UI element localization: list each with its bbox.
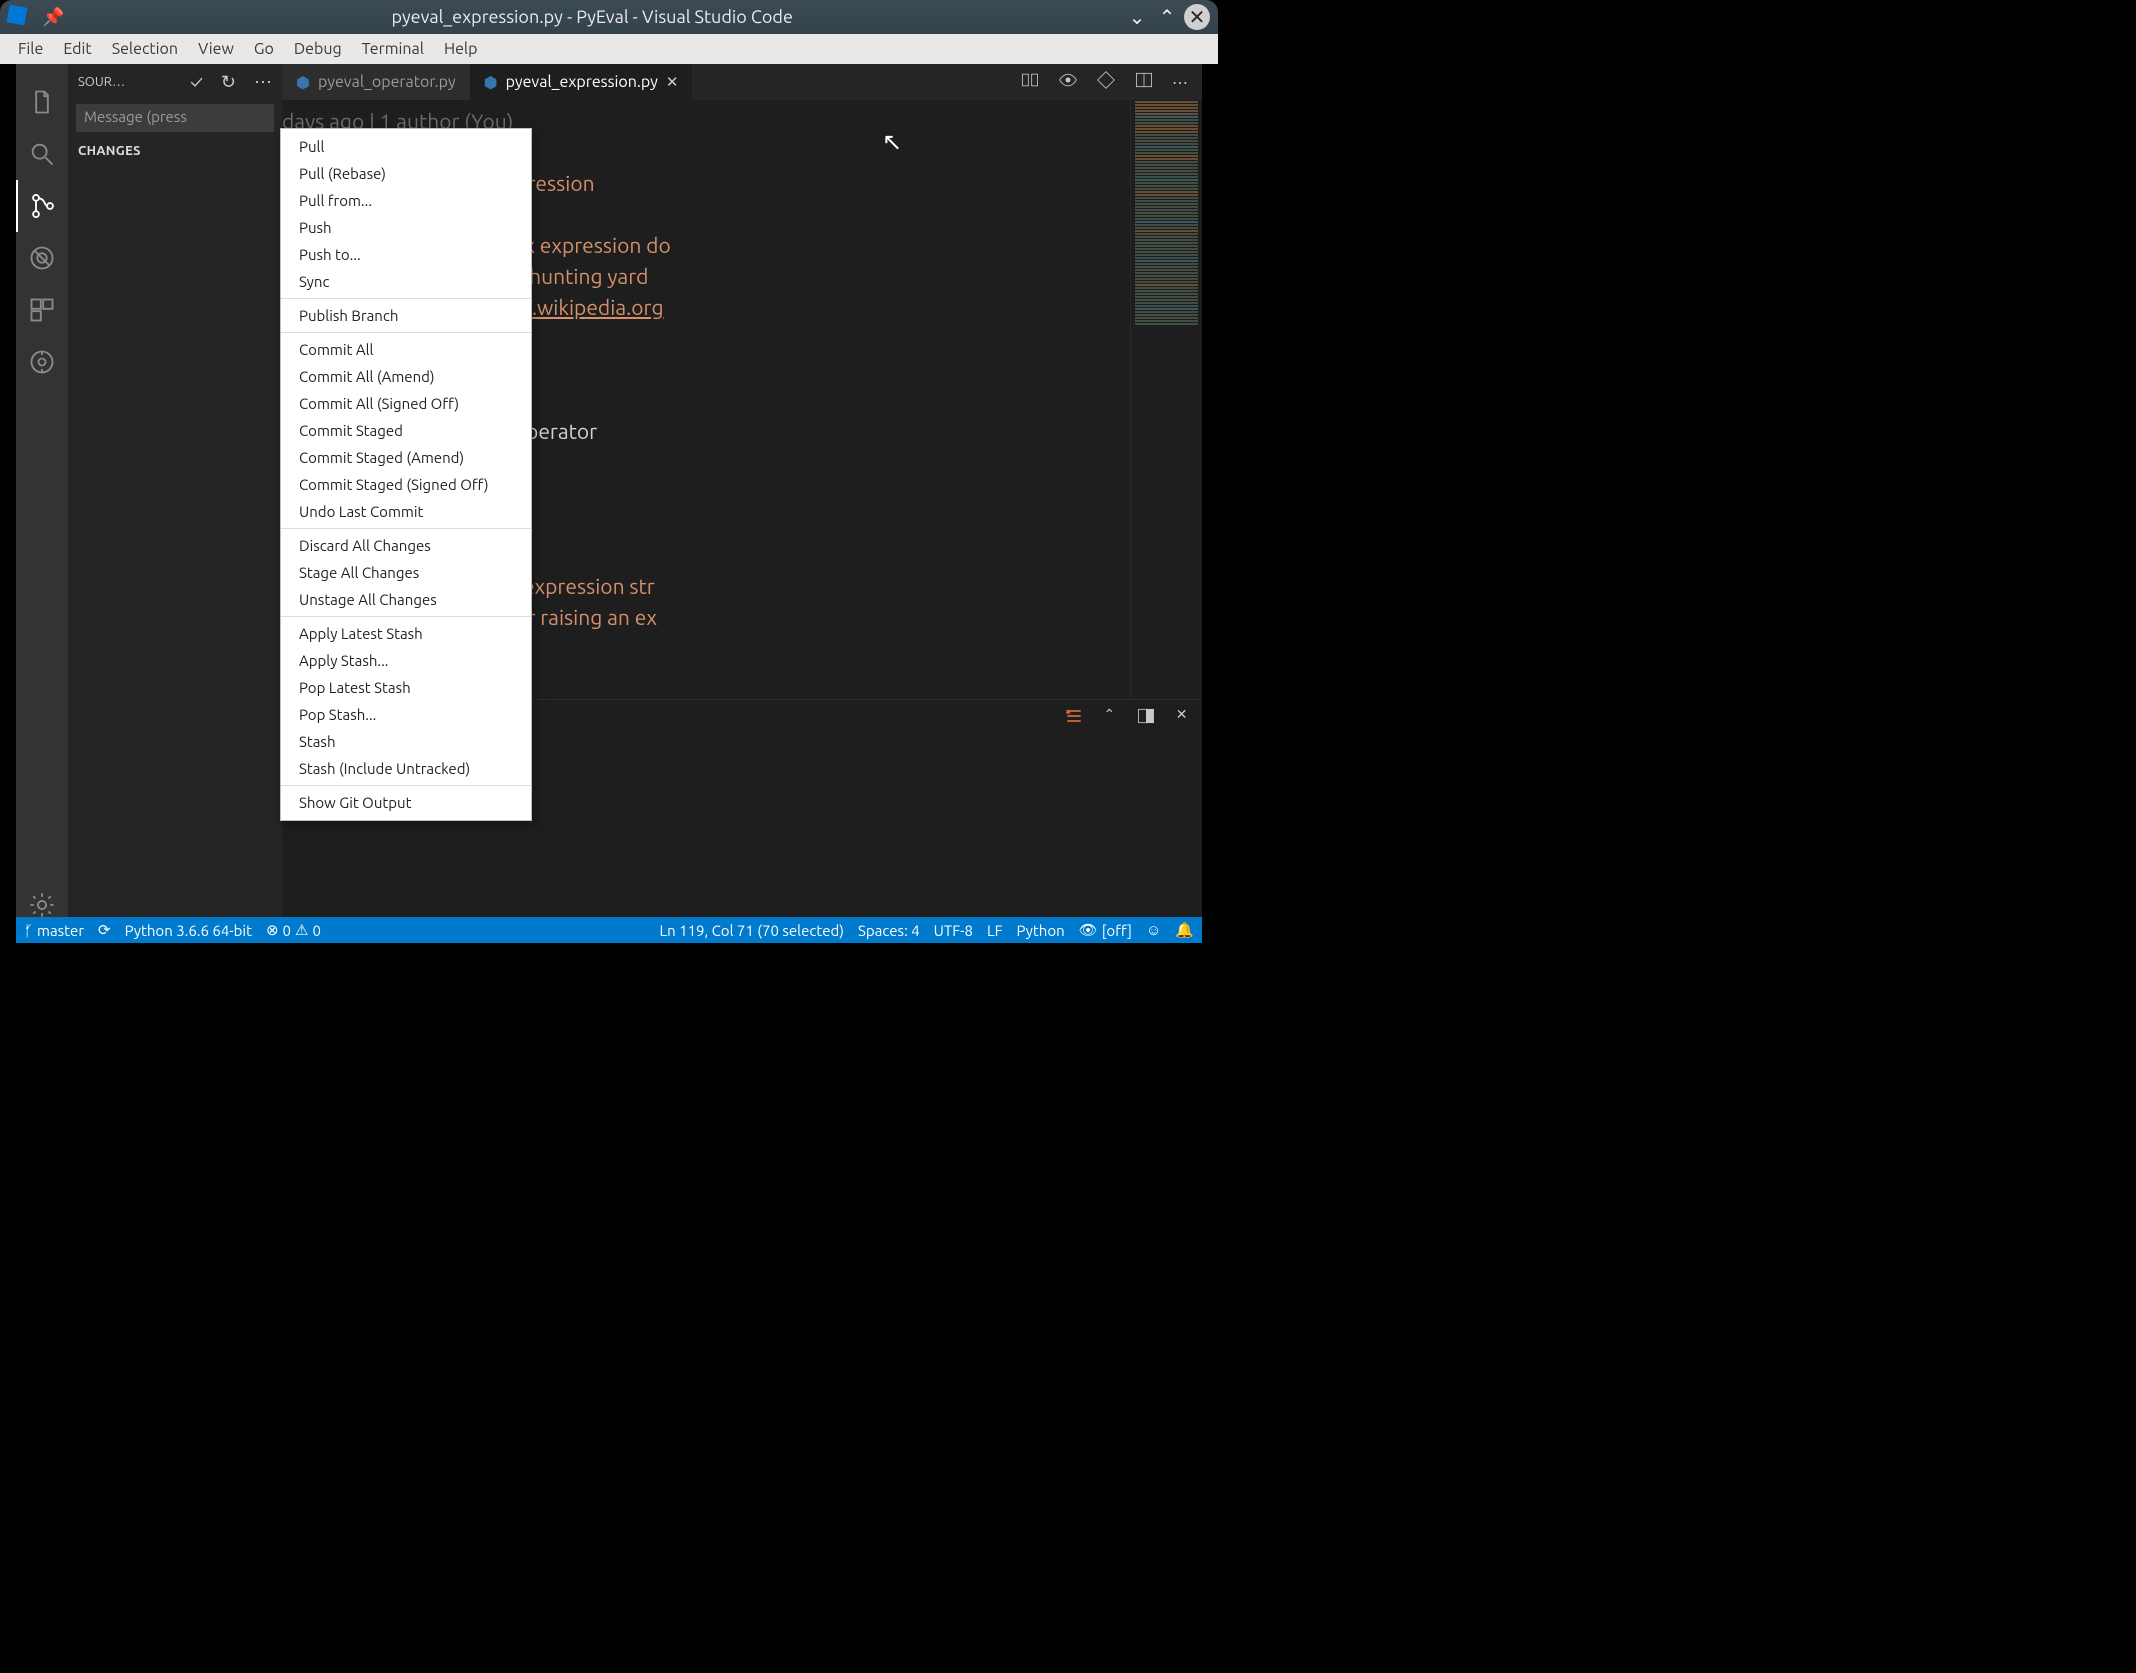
menu-go[interactable]: Go	[244, 40, 284, 58]
scm-commit-icon[interactable]: ✓	[190, 72, 203, 92]
menu-publish-branch[interactable]: Publish Branch	[281, 302, 531, 329]
split-icon[interactable]	[1134, 70, 1154, 94]
menu-commit-all-amend[interactable]: Commit All (Amend)	[281, 363, 531, 390]
editor-actions: ⋯	[1020, 64, 1202, 100]
more-icon[interactable]: ⋯	[1172, 73, 1188, 92]
menu-separator	[281, 616, 531, 617]
activity-bar	[16, 64, 68, 931]
menubar: File Edit Selection View Go Debug Termin…	[0, 34, 1218, 64]
menu-commit-all[interactable]: Commit All	[281, 336, 531, 363]
status-live-share[interactable]: 👁 [off]	[1079, 921, 1132, 939]
menu-commit-staged-amend[interactable]: Commit Staged (Amend)	[281, 444, 531, 471]
scm-sidebar: SOUR… ✓ ↻ ⋯ Message (press CHANGES	[68, 64, 282, 931]
window-title: pyeval_expression.py - PyEval - Visual S…	[64, 7, 1120, 27]
menu-selection[interactable]: Selection	[102, 40, 188, 58]
layout-icon[interactable]	[1136, 706, 1156, 729]
menu-stash-untracked[interactable]: Stash (Include Untracked)	[281, 755, 531, 782]
menu-view[interactable]: View	[188, 40, 244, 58]
status-spaces[interactable]: Spaces: 4	[858, 922, 920, 939]
pin-icon[interactable]: 📌	[42, 7, 64, 28]
tab-label: pyeval_expression.py	[506, 73, 658, 91]
scm-more-icon[interactable]: ⋯	[254, 72, 272, 93]
menu-help[interactable]: Help	[434, 40, 488, 58]
status-feedback-icon[interactable]: ☺	[1146, 921, 1161, 939]
scm-header: SOUR… ✓ ↻ ⋯	[68, 64, 282, 100]
window-maximize-button[interactable]: ⌃	[1154, 4, 1180, 30]
menu-separator	[281, 298, 531, 299]
menu-stash[interactable]: Stash	[281, 728, 531, 755]
status-branch[interactable]: ᚶ master	[24, 922, 84, 939]
menu-pop-latest-stash[interactable]: Pop Latest Stash	[281, 674, 531, 701]
menu-debug[interactable]: Debug	[284, 40, 352, 58]
scm-message-input[interactable]: Message (press	[76, 104, 274, 132]
search-icon[interactable]	[16, 128, 68, 180]
status-python[interactable]: Python 3.6.6 64-bit	[125, 922, 252, 939]
close-icon[interactable]: ✕	[666, 73, 679, 91]
scm-context-menu: Pull Pull (Rebase) Pull from... Push Pus…	[280, 128, 532, 821]
scm-title: SOUR…	[78, 75, 140, 89]
status-cursor[interactable]: Ln 119, Col 71 (70 selected)	[659, 922, 844, 939]
scm-icon[interactable]	[16, 180, 68, 232]
menu-file[interactable]: File	[8, 40, 53, 58]
branch-name: master	[37, 922, 84, 939]
menu-apply-stash[interactable]: Apply Stash...	[281, 647, 531, 674]
menu-commit-staged-signed[interactable]: Commit Staged (Signed Off)	[281, 471, 531, 498]
menu-pull-from[interactable]: Pull from...	[281, 187, 531, 214]
status-sync-icon[interactable]: ⟳	[98, 921, 111, 939]
python-icon: ⬢	[484, 73, 498, 92]
status-bar: ᚶ master ⟳ Python 3.6.6 64-bit ⊗ 0 ⚠ 0 L…	[16, 917, 1202, 943]
menu-push-to[interactable]: Push to...	[281, 241, 531, 268]
window-minimize-button[interactable]: ⌄	[1124, 4, 1150, 30]
chevron-up-icon[interactable]: ⌃	[1104, 706, 1116, 729]
tab-pyeval-operator[interactable]: ⬢ pyeval_operator.py	[282, 64, 470, 100]
menu-pull-rebase[interactable]: Pull (Rebase)	[281, 160, 531, 187]
editor-tabs: ⬢ pyeval_operator.py ⬢ pyeval_expression…	[282, 64, 1202, 100]
menu-separator	[281, 785, 531, 786]
menu-pop-stash[interactable]: Pop Stash...	[281, 701, 531, 728]
scm-changes-section[interactable]: CHANGES	[68, 138, 282, 164]
status-eol[interactable]: LF	[987, 922, 1003, 939]
python-icon: ⬢	[296, 73, 310, 92]
clear-icon[interactable]	[1064, 706, 1084, 729]
status-encoding[interactable]: UTF-8	[934, 922, 973, 939]
menu-pull[interactable]: Pull	[281, 133, 531, 160]
menu-stage-all[interactable]: Stage All Changes	[281, 559, 531, 586]
tab-pyeval-expression[interactable]: ⬢ pyeval_expression.py ✕	[470, 64, 693, 100]
close-panel-icon[interactable]: ✕	[1176, 706, 1188, 729]
menu-unstage-all[interactable]: Unstage All Changes	[281, 586, 531, 613]
menu-separator	[281, 332, 531, 333]
menu-discard-all[interactable]: Discard All Changes	[281, 532, 531, 559]
tab-label: pyeval_operator.py	[318, 73, 456, 91]
menu-show-git-output[interactable]: Show Git Output	[281, 789, 531, 816]
debug-icon[interactable]	[16, 232, 68, 284]
preview-icon[interactable]	[1058, 70, 1078, 94]
menu-commit-staged[interactable]: Commit Staged	[281, 417, 531, 444]
menu-commit-all-signed[interactable]: Commit All (Signed Off)	[281, 390, 531, 417]
vscode-icon	[8, 6, 30, 28]
menu-terminal[interactable]: Terminal	[352, 40, 434, 58]
window-titlebar: 📌 pyeval_expression.py - PyEval - Visual…	[0, 0, 1218, 34]
compare-icon[interactable]	[1020, 70, 1040, 94]
menu-sync[interactable]: Sync	[281, 268, 531, 295]
extensions-icon[interactable]	[16, 284, 68, 336]
minimap[interactable]	[1130, 100, 1202, 699]
window-close-button[interactable]: ✕	[1184, 4, 1210, 30]
menu-undo-commit[interactable]: Undo Last Commit	[281, 498, 531, 525]
diff-icon[interactable]	[1096, 70, 1116, 94]
mouse-cursor-icon: ↖	[882, 128, 902, 156]
gitlens-icon[interactable]	[16, 336, 68, 388]
status-problems[interactable]: ⊗ 0 ⚠ 0	[266, 921, 321, 939]
explorer-icon[interactable]	[16, 76, 68, 128]
menu-apply-latest-stash[interactable]: Apply Latest Stash	[281, 620, 531, 647]
status-language[interactable]: Python	[1017, 922, 1065, 939]
status-bell-icon[interactable]: 🔔	[1175, 921, 1194, 939]
menu-separator	[281, 528, 531, 529]
menu-edit[interactable]: Edit	[53, 40, 101, 58]
menu-push[interactable]: Push	[281, 214, 531, 241]
scm-refresh-icon[interactable]: ↻	[221, 72, 236, 93]
